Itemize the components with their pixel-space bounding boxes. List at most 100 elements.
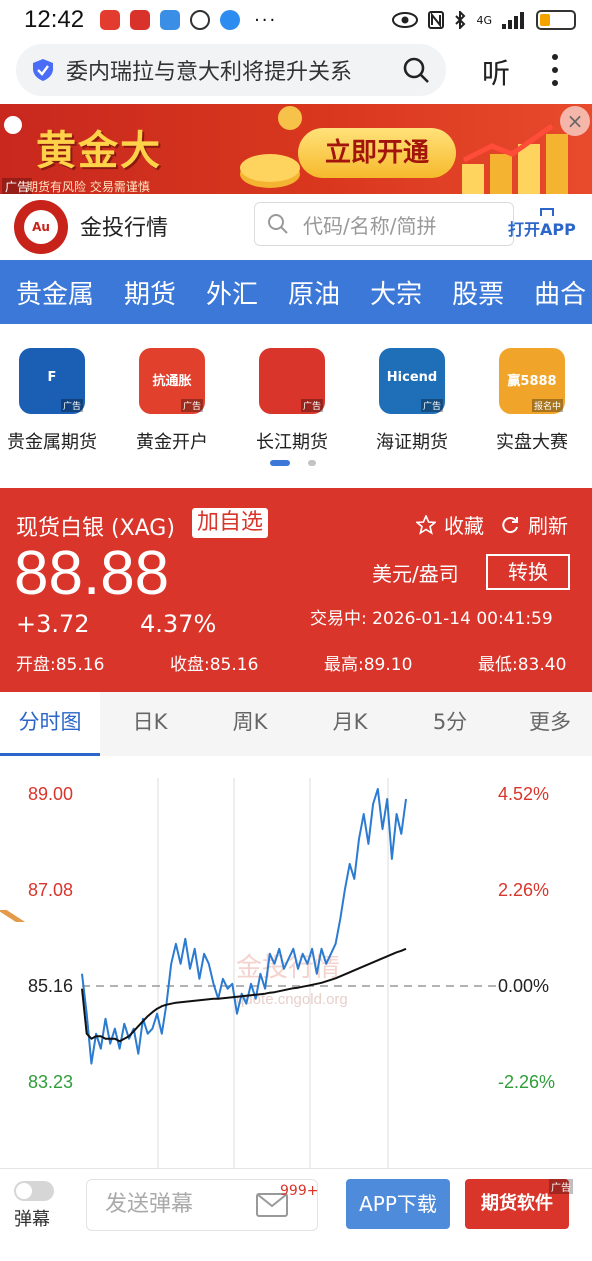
status-bar: 12:42 ··· 4G [0, 0, 592, 40]
more-menu-icon[interactable] [550, 54, 560, 86]
rising-chart-icon [462, 124, 568, 194]
app-download-button[interactable]: APP下载 [346, 1179, 450, 1229]
promo-app-label: 贵金属期货 [7, 432, 97, 453]
promo-app-icon: 广告 [259, 348, 325, 414]
ad-tag: 广告 [180, 399, 203, 412]
nfc-icon [428, 11, 445, 29]
promo-app-icon: Hicend 广告 [379, 348, 445, 414]
promo-app-icon: 赢5888 报名中 [499, 348, 565, 414]
bottom-toolbar: 弹幕 发送弹幕 999+ APP下载 期货软件 广告 [0, 1168, 592, 1238]
ad-banner[interactable]: 黄金大 广告 期货有风险 交易需谨慎 立即开通 [0, 104, 592, 194]
system-nav-bar [0, 1240, 592, 1261]
promo-app-item[interactable]: 抗通胀广告黄金开户 [112, 344, 232, 454]
trade-time: 交易中: 2026-01-14 00:41:59 [310, 604, 553, 629]
ad-cta-button[interactable]: 立即开通 [298, 128, 456, 178]
pager-dot-active[interactable] [270, 460, 290, 466]
danmu-toggle[interactable] [14, 1181, 54, 1201]
refresh-button[interactable]: 刷新 [500, 510, 568, 539]
eye-icon [392, 12, 419, 28]
chart-tab[interactable]: 更多 [500, 692, 592, 756]
promo-app-icon: F 广告 [19, 348, 85, 414]
promo-app-item[interactable]: Hicend 广告海证期货 [352, 344, 472, 454]
pager-dot[interactable] [308, 460, 316, 466]
ad-title: 黄金大 [36, 128, 162, 174]
add-watchlist-button[interactable]: 加自选 [192, 508, 269, 538]
chart-tabs: 分时图 日K 周K 月K 5分 更多 [0, 692, 592, 756]
price-line [81, 788, 407, 1065]
star-icon [416, 514, 436, 535]
chart-tab[interactable]: 周K [200, 692, 300, 756]
chart-tab[interactable]: 5分 [400, 692, 500, 756]
ad-tag: 广告 [549, 1179, 573, 1194]
price-change: +3.72 [16, 610, 90, 638]
intraday-chart[interactable]: 89.00 4.52% 87.08 2.26% 85.16 0.00% 83.23 -2.26… [0, 758, 592, 1188]
favorite-label: 收藏 [444, 514, 484, 538]
swipe-hint-icon [0, 910, 26, 922]
address-bar[interactable]: 委内瑞拉与意大利将提升关系 [16, 44, 446, 96]
price-change-percent: 4.37% [140, 610, 217, 638]
category-tab[interactable]: 曲合 [534, 274, 586, 311]
category-tab[interactable]: 外汇 [206, 274, 258, 311]
battery-icon [536, 10, 576, 30]
promo-app-mark: 抗通胀 [152, 374, 192, 389]
current-price: 88.88 [14, 539, 170, 608]
open-app-icon [540, 208, 554, 216]
shield-icon [33, 59, 53, 81]
favorite-button[interactable]: 收藏 [416, 510, 484, 539]
promo-app-label: 长江期货 [256, 432, 328, 453]
promo-app-mark: F [47, 370, 57, 385]
promo-app-label: 黄金开户 [136, 432, 208, 453]
category-nav: 贵金属 期货 外汇 原油 大宗 股票 曲合 [0, 260, 592, 324]
trade-status: 交易中: [310, 609, 367, 629]
carousel-pager [270, 460, 316, 466]
chart-watermark-url: quote.cngold.org [236, 991, 348, 1008]
danmu-count: 999+ [280, 1183, 319, 1199]
listen-button[interactable]: 听 [482, 52, 510, 92]
promo-app-item[interactable]: 赢5888 报名中实盘大赛 [472, 344, 592, 454]
intraday-chart-svg[interactable]: 89.00 4.52% 87.08 2.26% 85.16 0.00% 83.23 -2.26… [0, 758, 592, 1188]
refresh-icon [502, 516, 518, 533]
refresh-label: 刷新 [528, 514, 568, 538]
address-text[interactable]: 委内瑞拉与意大利将提升关系 [66, 54, 402, 86]
chart-tab[interactable]: 月K [300, 692, 400, 756]
danmu-label: 弹幕 [14, 1209, 50, 1230]
chart-tab[interactable]: 分时图 [0, 692, 100, 756]
category-tab[interactable]: 贵金属 [16, 274, 94, 311]
y-tick-left: 87.08 [28, 880, 73, 900]
trade-timestamp: 2026-01-14 00:41:59 [372, 609, 553, 629]
search-icon[interactable] [402, 56, 430, 84]
ad-close-button[interactable]: × [560, 106, 590, 136]
ad-risk-text: 期货有风险 交易需谨慎 [26, 180, 150, 194]
notification-app-icon [160, 10, 181, 30]
high-price: 最高:89.10 [324, 655, 413, 675]
category-tab[interactable]: 大宗 [370, 274, 422, 311]
site-header: Au 金投行情 代码/名称/简拼 打开APP [0, 194, 592, 258]
category-tab[interactable]: 原油 [288, 274, 340, 311]
promo-app-item[interactable]: F 广告贵金属期货 [0, 344, 112, 454]
y-tick-right: 0.00% [498, 976, 549, 996]
category-tab[interactable]: 股票 [452, 274, 504, 311]
close-price: 收盘:85.16 [170, 655, 259, 675]
category-tab[interactable]: 期货 [124, 274, 176, 311]
promo-app-row: F 广告 贵金属期货 抗通胀 广告 黄金开户 广告 长江期货 Hicend 广告 海证期货 赢5888… [0, 344, 592, 454]
promo-app-mark: Hicend [386, 370, 438, 385]
bluetooth-icon [455, 11, 466, 29]
promo-app-icon: 抗通胀广告 [139, 348, 205, 414]
promo-app-label: 海证期货 [376, 432, 448, 453]
y-tick-left: 83.23 [28, 1072, 73, 1092]
notification-app-icon [100, 10, 121, 30]
promo-app-item[interactable]: 广告 长江期货 [232, 344, 352, 454]
y-tick-right: -2.26% [498, 1072, 555, 1092]
open-app-button[interactable]: 打开APP [508, 216, 576, 240]
unit-switch-button[interactable]: 转换 [486, 554, 570, 590]
quote-search-input[interactable]: 代码/名称/简拼 [254, 202, 514, 246]
quote-card: 现货白银 (XAG) 加自选 收藏 刷新 88.88 美元/盎司 转换 +3.7… [0, 488, 592, 692]
site-logo-text: Au [24, 210, 58, 244]
promo-app-label: 实盘大赛 [496, 432, 568, 453]
ad-logo [0, 112, 26, 138]
notification-app-icon [190, 10, 211, 30]
site-logo[interactable]: Au [14, 200, 68, 254]
notification-app-icon [220, 10, 241, 30]
chart-tab[interactable]: 日K [100, 692, 200, 756]
site-name: 金投行情 [80, 216, 169, 241]
